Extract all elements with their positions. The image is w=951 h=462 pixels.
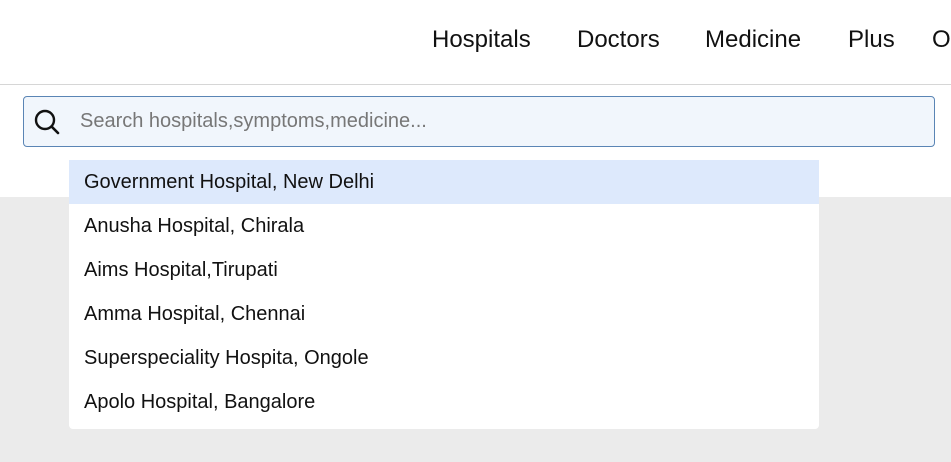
suggestion-item[interactable]: Superspeciality Hospita, Ongole	[69, 336, 819, 380]
search-suggestions-dropdown: Government Hospital, New Delhi Anusha Ho…	[69, 160, 819, 429]
search-input[interactable]	[80, 97, 920, 146]
suggestion-item[interactable]: Apolo Hospital, Bangalore	[69, 380, 819, 424]
suggestion-item[interactable]: Government Hospital, New Delhi	[69, 160, 819, 204]
nav-plus[interactable]: Plus	[848, 26, 895, 54]
nav-medicine[interactable]: Medicine	[705, 26, 801, 54]
suggestion-item[interactable]: Aims Hospital,Tirupati	[69, 248, 819, 292]
nav-hospitals[interactable]: Hospitals	[432, 26, 531, 54]
nav-doctors[interactable]: Doctors	[577, 26, 660, 54]
suggestion-item[interactable]: Anusha Hospital, Chirala	[69, 204, 819, 248]
top-navigation: Hospitals Doctors Medicine Plus O	[0, 0, 951, 85]
page: Hospitals Doctors Medicine Plus O Govern…	[0, 0, 951, 462]
nav-more-truncated[interactable]: O	[932, 26, 951, 54]
search-bar[interactable]	[23, 96, 935, 147]
suggestion-item[interactable]: Amma Hospital, Chennai	[69, 292, 819, 336]
search-icon[interactable]	[33, 108, 61, 136]
